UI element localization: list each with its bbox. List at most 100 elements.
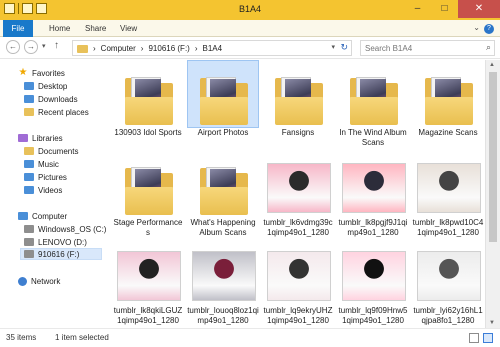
folder-item[interactable]: Stage Performances [112, 150, 184, 237]
folder-item[interactable]: What's Happening Album Scans [187, 150, 259, 237]
item-count: 35 items [6, 333, 37, 342]
music-icon [24, 160, 34, 168]
sidebar-item-libraries[interactable]: Libraries [18, 132, 63, 144]
image-thumbnail [417, 163, 481, 213]
breadcrumb-computer[interactable]: Computer [101, 44, 136, 53]
ribbon-tabs: File Home Share View ⌄ ? [0, 20, 500, 37]
scroll-up-icon[interactable]: ▲ [489, 62, 495, 68]
drive-icon [24, 225, 34, 233]
item-thumbnail-frame [337, 238, 409, 306]
folder-item[interactable]: In The Wind Album Scans [337, 60, 409, 147]
sidebar-item-computer[interactable]: Computer [18, 210, 67, 222]
tab-file[interactable]: File [3, 20, 33, 37]
forward-button[interactable]: → [24, 40, 38, 54]
search-icon[interactable]: ⌕ [486, 42, 491, 53]
image-file-item[interactable]: tumblr_lyi62y16hL1qjpa8fo1_1280 [412, 238, 484, 325]
item-thumbnail-frame [412, 238, 484, 306]
large-icons-view-icon[interactable] [483, 333, 493, 343]
sidebar-item-pictures[interactable]: Pictures [24, 171, 67, 183]
expand-ribbon-icon[interactable]: ⌄ [473, 23, 480, 32]
sidebar-item-label: LENOVO (D:) [38, 237, 87, 247]
image-file-item[interactable]: tumblr_louoq8loz1qimp49o1_1280 [187, 238, 259, 325]
image-file-item[interactable]: tumblr_lq9ekryUHZ1qimp49o1_1280 [262, 238, 334, 325]
help-icon[interactable]: ? [484, 24, 494, 34]
sidebar-item-drive-c[interactable]: Windows8_OS (C:) [24, 223, 106, 235]
star-icon: ★ [18, 67, 28, 78]
minimize-button[interactable]: – [404, 0, 431, 18]
recent-locations-button[interactable]: ▾ [42, 42, 46, 50]
folder-item[interactable]: Magazine Scans [412, 60, 484, 146]
maximize-button[interactable]: □ [431, 0, 458, 18]
file-name-label: Fansigns [281, 128, 315, 137]
file-name-label: tumblr_lyi62y16hL1qjpa8fo1_1280 [413, 306, 483, 325]
item-thumbnail-frame [262, 238, 334, 306]
item-thumbnail-frame [337, 60, 409, 128]
sidebar-item-label: Computer [32, 211, 68, 221]
tab-share[interactable]: Share [85, 20, 106, 37]
sidebar-item-desktop[interactable]: Desktop [24, 80, 67, 92]
folder-item[interactable]: Airport Photos [187, 60, 259, 146]
image-file-item[interactable]: tumblr_lk8pgjf9J1qimp49o1_1280 [337, 150, 409, 237]
search-input[interactable] [365, 44, 475, 53]
navigation-pane: ★ Favorites Desktop Downloads Recent pla… [0, 60, 108, 328]
sidebar-item-label: Music [38, 159, 59, 169]
image-file-item[interactable]: tumblr_lq9f09Hnw51qimp49o1_1280 [337, 238, 409, 325]
image-file-item[interactable]: tumblr_lk8qkiLGUZ1qimp49o1_1280 [112, 238, 184, 325]
image-file-item[interactable]: tumblr_lk8pwd10C41qimp49o1_1280 [412, 150, 484, 237]
tab-view[interactable]: View [120, 20, 137, 37]
sidebar-item-label: Videos [38, 185, 63, 195]
folder-item[interactable]: 130903 Idol Sports [112, 60, 184, 146]
sidebar-item-network[interactable]: Network [18, 275, 60, 287]
item-thumbnail-frame [262, 150, 334, 218]
chevron-down-icon[interactable]: ▾ [331, 43, 335, 51]
sidebar-item-label: Libraries [32, 133, 63, 143]
sidebar-item-music[interactable]: Music [24, 158, 59, 170]
breadcrumb-drive[interactable]: 910616 (F:) [148, 44, 189, 53]
sidebar-item-downloads[interactable]: Downloads [24, 93, 78, 105]
image-thumbnail [342, 163, 406, 213]
file-list: 130903 Idol Sports Airport Photos Fansigns… [108, 60, 485, 328]
videos-icon [24, 186, 34, 194]
sidebar-item-documents[interactable]: Documents [24, 145, 78, 157]
image-file-item[interactable]: tumblr_lk6vdmg39c1qimp49o1_1280 [262, 150, 334, 237]
file-name-label: 130903 Idol Sports [114, 128, 182, 137]
libraries-icon [18, 134, 28, 142]
folder-item[interactable]: Fansigns [262, 60, 334, 146]
details-view-icon[interactable] [469, 333, 479, 343]
sidebar-item-favorites[interactable]: ★ Favorites [18, 67, 65, 79]
search-box[interactable]: ⌕ [360, 40, 495, 56]
back-button[interactable]: ← [6, 40, 20, 54]
item-thumbnail-frame [112, 150, 184, 218]
item-thumbnail-frame [412, 150, 484, 218]
sidebar-item-label: 910616 (F:) [38, 249, 80, 259]
sidebar-item-drive-d[interactable]: LENOVO (D:) [24, 236, 87, 248]
sidebar-item-recent-places[interactable]: Recent places [24, 106, 89, 118]
tab-home[interactable]: Home [49, 20, 70, 37]
refresh-icon[interactable]: ↻ [340, 42, 348, 53]
item-thumbnail-frame [187, 150, 259, 218]
sidebar-item-label: Network [31, 276, 61, 286]
sidebar-item-drive-f[interactable]: 910616 (F:) [20, 248, 102, 260]
file-name-label: tumblr_lk8qkiLGUZ1qimp49o1_1280 [113, 306, 183, 325]
usb-drive-icon [24, 250, 34, 258]
breadcrumb-separator-icon: › [93, 44, 96, 53]
file-name-label: tumblr_lk8pgjf9J1qimp49o1_1280 [338, 218, 408, 237]
file-name-label: tumblr_lq9ekryUHZ1qimp49o1_1280 [263, 306, 333, 325]
drive-icon [24, 238, 34, 246]
image-thumbnail [117, 251, 181, 301]
breadcrumb-current[interactable]: B1A4 [203, 44, 223, 53]
folder-icon [125, 163, 173, 215]
scrollbar-thumb[interactable] [489, 72, 497, 242]
item-thumbnail-frame [112, 238, 184, 306]
vertical-scrollbar[interactable]: ▲ ▼ [485, 60, 500, 328]
scroll-down-icon[interactable]: ▼ [489, 320, 495, 326]
item-thumbnail-frame [337, 150, 409, 218]
address-bar[interactable]: › Computer › 910616 (F:) › B1A4 ▾ ↻ [72, 40, 352, 56]
close-button[interactable]: ✕ [458, 0, 500, 18]
title-bar: B1A4 – □ ✕ [0, 0, 500, 20]
item-thumbnail-frame [187, 60, 259, 128]
sidebar-item-videos[interactable]: Videos [24, 184, 62, 196]
up-button[interactable]: ↑ [54, 40, 59, 51]
window-controls: – □ ✕ [404, 0, 500, 18]
sidebar-item-label: Favorites [32, 68, 65, 78]
